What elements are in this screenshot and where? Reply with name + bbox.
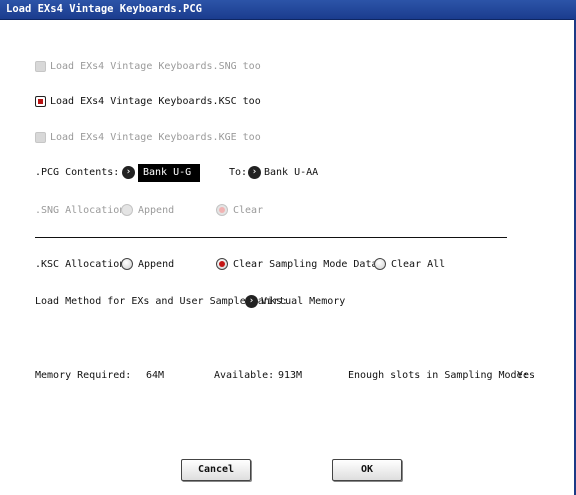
memory-required-label: Memory Required: <box>35 370 132 381</box>
ksc-clear-sampling-radio[interactable] <box>216 258 228 270</box>
title-bar: Load EXs4 Vintage Keyboards.PCG <box>0 0 576 20</box>
load-sng-label: Load EXs4 Vintage Keyboards.SNG too <box>50 61 261 72</box>
sng-clear-label: Clear <box>233 205 264 216</box>
cancel-button[interactable]: Cancel <box>181 459 251 481</box>
load-sng-checkbox[interactable] <box>35 61 46 72</box>
load-kge-label: Load EXs4 Vintage Keyboards.KGE too <box>50 132 261 143</box>
load-method-value[interactable]: Virtual Memory <box>261 296 345 307</box>
ksc-clear-sampling-label: Clear Sampling Mode Data <box>233 259 378 270</box>
load-dialog: Load EXs4 Vintage Keyboards.PCG Load EXs… <box>0 0 576 495</box>
ksc-append-radio[interactable] <box>121 258 133 270</box>
ok-button[interactable]: OK <box>332 459 402 481</box>
sampling-slots-value: Yes <box>517 370 536 381</box>
sng-allocation-label: .SNG Allocation: <box>35 205 132 216</box>
pcg-to-label: To: <box>229 167 248 178</box>
pcg-to-value[interactable]: Bank U-AA <box>264 167 318 178</box>
pcg-contents-label: .PCG Contents: <box>35 167 120 178</box>
memory-available-value: 913M <box>278 370 303 381</box>
load-ksc-label: Load EXs4 Vintage Keyboards.KSC too <box>50 96 261 107</box>
pcg-from-select[interactable]: Bank U-G <box>138 164 200 182</box>
ksc-allocation-label: .KSC Allocation: <box>35 259 132 270</box>
load-kge-checkbox[interactable] <box>35 132 46 143</box>
dialog-title: Load EXs4 Vintage Keyboards.PCG <box>6 3 202 15</box>
pcg-from-value: Bank U-G <box>143 167 192 178</box>
sng-append-radio[interactable] <box>121 204 133 216</box>
sng-append-label: Append <box>138 205 175 216</box>
ksc-clear-all-radio[interactable] <box>374 258 386 270</box>
ksc-clear-all-label: Clear All <box>391 259 446 270</box>
memory-available-label: Available: <box>214 370 275 381</box>
sng-clear-radio[interactable] <box>216 204 228 216</box>
pcg-to-arrow-icon[interactable]: › <box>248 166 261 179</box>
memory-required-value: 64M <box>146 370 165 381</box>
section-divider <box>35 237 507 238</box>
ksc-append-label: Append <box>138 259 175 270</box>
pcg-from-arrow-icon[interactable]: › <box>122 166 135 179</box>
load-method-arrow-icon[interactable]: › <box>245 295 258 308</box>
load-ksc-checkbox[interactable] <box>35 96 46 107</box>
sampling-slots-label: Enough slots in Sampling Mode: <box>348 370 529 381</box>
